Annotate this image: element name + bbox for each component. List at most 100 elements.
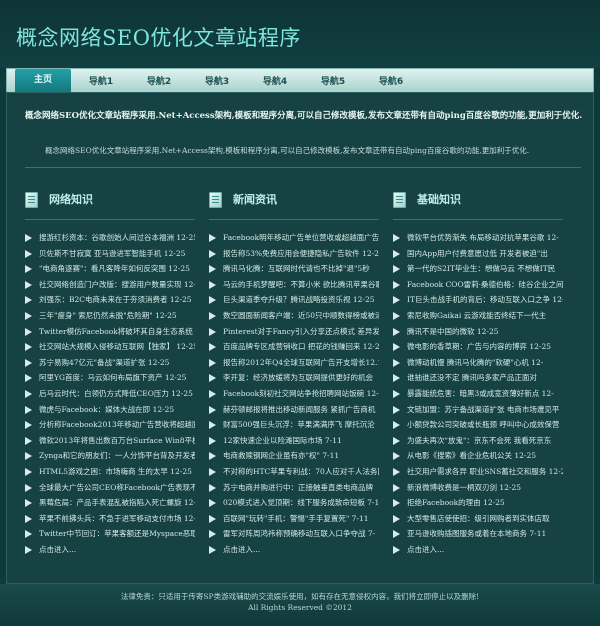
article-link[interactable]: 苏宁电商并购进行中：正接触垂直类电商品牌 [209,480,379,496]
article-link[interactable]: 不对称的HTC苹果专利战：70人应对千人法务团 [209,464,379,480]
article-link[interactable]: 巨头渠道季夺升级？腾讯战略投资乐视 12-25 [209,292,379,308]
nav-item-5[interactable]: 导航5 [305,72,361,93]
article-link[interactable]: 李开复：经济放缓将为互联网提供更好的机会 [209,370,379,386]
article-title: 三年"瘦身" 索尼仍然未脱"危险期" 12-25 [39,310,177,320]
article-link[interactable]: 索尼收购Gaikai 云游戏能否终结下一代主 [393,308,563,324]
article-link[interactable]: 亚马逊收购插图服务或着在本地商务 7-11 [393,526,563,542]
nav-item-4[interactable]: 导航4 [247,72,303,93]
article-link[interactable]: 小额贷款公司突破或长瓶颈 呼叫中心成效保营 [393,417,563,433]
article-link[interactable]: 苏宁易购47亿元"备战"渠道扩张 12-25 [25,355,195,371]
header: 概念网络SEO优化文章站程序 [0,0,600,68]
article-link[interactable]: 贝佐斯不甘寂寞 亚马逊进军智能手机 12-25 [25,246,195,262]
article-link[interactable]: 后马云时代：白领仍方式降低CEO压力 12-25 [25,386,195,402]
article-link[interactable]: HTML5游戏之困：市场嗨商 生的太早 12-25 [25,464,195,480]
column-header: 基础知识 [393,189,563,213]
article-link[interactable]: 国内App用户付费意愿过低 开发者被迫"出 [393,246,563,262]
article-title: 020模式进入觉顶期：线下服务成致命短板 7-11 [223,498,379,508]
article-link[interactable]: Facebook刻初社交网站争抢招聘网站饭碗 12-25 [209,386,379,402]
article-link[interactable]: 苹果不前拂头兵：不急于进军移动支付市场 12-25 [25,511,195,527]
nav-item-6[interactable]: 导航6 [363,72,419,93]
article-title: Twitter中节回订：苹果客额还是Myspace恶取 [39,529,195,539]
article-link[interactable]: Zynga和它的朋友们：一人分饰平台背及开发者 [25,448,195,464]
article-link[interactable]: 暴露能统危害：暗黑3或成宽资薄好新点 12- [393,386,563,402]
article-link[interactable]: Twitter中节回订：苹果客额还是Myspace恶取 [25,526,195,542]
article-title: HTML5游戏之困：市场嗨商 生的太早 12-25 [39,466,192,476]
article-link[interactable]: 全球最大广告公司CEO称Facebook广告表现不佳 [25,480,195,496]
article-link[interactable]: 三年"瘦身" 索尼仍然未脱"危险期" 12-25 [25,308,195,324]
more-link[interactable]: 点击进入... [25,542,195,558]
nav-item-2[interactable]: 导航2 [131,72,187,93]
article-link[interactable]: Facebook明年移动广告单位营收或超越面广告 [209,230,379,246]
article-link[interactable]: 社交网络创造门户改版：搜游用户数量实现 12- [25,277,195,293]
article-link[interactable]: 社交用户需求各异 职业SNS蓄社交和服务 12-25 [393,464,563,480]
article-link[interactable]: 腾讯马化腾：互联网时代请也不比掉"退"5秒 [209,261,379,277]
article-link[interactable]: 社交网站大规模入侵移动互联网【独家】 12-25 [25,339,195,355]
article-title: Facebook明年移动广告单位营收或超越面广告 [223,233,379,242]
article-link[interactable]: IT巨头击战手机的背后：移动互联入口之争 12- [393,292,563,308]
article-link[interactable]: 赫芬顿邮报将推出移动新闻服务 紧抓广告商机 [209,402,379,418]
triangle-bullet-icon [209,374,216,383]
nav-item-3[interactable]: 导航3 [189,72,245,93]
article-link[interactable]: 电商救赎钢网企业虽有亦"权" 7-11 [209,448,379,464]
triangle-bullet-icon [209,452,216,461]
article-title: 社交网络创造门户改版：搜游用户数量实现 12- [39,279,195,289]
article-link[interactable]: 刘强东：B2C电商未来在于夯须消费者 12-25 [25,292,195,308]
article-link[interactable]: 微软2013年将售出数百万台Surface Win8平板 [25,433,195,449]
article-link[interactable]: "电商角逐赛"：看凡客降年如何反突围 12-25 [25,261,195,277]
article-title: 新浪微博收费是一柄双刃剑 12-25 [407,482,522,492]
article-link[interactable]: Twitter模仿Facebook将破坏其自身生态系统 [25,324,195,340]
article-link[interactable]: 财富500强巨头沉浮：苹果满满序飞 摩托沉沦 [209,417,379,433]
site-title[interactable]: 概念网络SEO优化文章站程序 [16,22,301,52]
article-title: 报告称53%免费应用会便捷隐私广告软件 12-25 [223,248,379,258]
nav-home[interactable]: 主页 [15,69,71,93]
article-link[interactable]: Facebook COO雷莉·桑德伯格：硅谷企业之间应 [393,277,563,293]
article-title: Twitter模仿Facebook将破坏其自身生态系统 [39,326,193,336]
article-link[interactable]: 微博动机慢 腾讯马化腾的"软硬"心机 12- [393,355,563,371]
article-title: Facebook刻初社交网站争抢招聘网站饭碗 12-25 [223,388,379,398]
article-link[interactable]: 微软平台优势渐失 布局移动对抗苹果谷歌 12- [393,230,563,246]
article-link[interactable]: 从电影《搜索》看企业危机公关 12-25 [393,448,563,464]
article-link[interactable]: 腾讯不是中国的微软 12-25 [393,324,563,340]
more-link[interactable]: 点击进入... [209,542,379,558]
article-link[interactable]: 数空圆面新闻客户端：近50只中顺数得榜或被清 [209,308,379,324]
footer: 法律免责：只适用于传寄SP类游戏辅助的交流娱乐使用，如有存在无意侵权内容，我们将… [0,584,600,626]
triangle-bullet-icon [393,530,400,539]
article-link[interactable]: 阿里YG首度：马云如何布局旗下资产 12-25 [25,370,195,386]
article-link[interactable]: 文链加盟：苏宁备战渠道扩张 电商市场遭见平 [393,402,563,418]
article-link[interactable]: 12家快速企业以险滩国际市场 7-11 [209,433,379,449]
article-link[interactable]: 微电影的香草期：广告与内容的博弈 12-25 [393,339,563,355]
article-link[interactable]: 报告称2012年Q4全球互联网广告开支增长12.1% [209,355,379,371]
article-link[interactable]: Pinterest对于Fancy引入分享还点模式 差异发 [209,324,379,340]
article-link[interactable]: 大型零售店使使招：级引网购者到实体店取 [393,511,563,527]
column-title[interactable]: 新闻资讯 [233,191,277,207]
article-link[interactable]: 拒绝Facebook的理由 12-25 [393,495,563,511]
article-link[interactable]: 黑莓危局：产品手表混乱被指陷入死亡螺旋 12- [25,495,195,511]
article-link[interactable]: 雷军对阵周鸿祎称预确移动互联入口争夺战 7- [209,526,379,542]
more-link[interactable]: 点击进入... [393,542,563,558]
article-link[interactable]: 百联网"玩转"手机：警惕"手手复置死" 7-11 [209,511,379,527]
divider [25,167,581,168]
column-title[interactable]: 基础知识 [417,191,461,207]
article-link[interactable]: 020模式进入觉顶期：线下服务成致命短板 7-11 [209,495,379,511]
article-link[interactable]: 第一代的S2IT毕业生：想做马云 不想做IT民 [393,261,563,277]
triangle-bullet-icon [25,265,32,274]
triangle-bullet-icon [393,327,400,336]
article-link[interactable]: 分析称Facebook2013年移动广告营收将超越面 [25,417,195,433]
triangle-bullet-icon [393,452,400,461]
article-link[interactable]: 报告称53%免费应用会便捷隐私广告软件 12-25 [209,246,379,262]
article-link[interactable]: 百度品牌专区成营销收口 把花的钱赚回来 12-25 [209,339,379,355]
article-link[interactable]: 新浪微博收费是一柄双刃剑 12-25 [393,480,563,496]
triangle-bullet-icon [209,405,216,414]
column-title[interactable]: 网络知识 [49,191,93,207]
article-title: 不对称的HTC苹果专利战：70人应对千人法务团 [223,466,379,476]
article-link[interactable]: 搜游红杉资本：谷歌创始人间过谷本福洲 12-25 [25,230,195,246]
triangle-bullet-icon [393,467,400,476]
article-link[interactable]: 微虎与Facebook：媒体大战在即 12-25 [25,402,195,418]
triangle-bullet-icon [393,249,400,258]
article-link[interactable]: 为盛夫再次"放鬼"：京东不会死 我看死京东 [393,433,563,449]
column-basics: 基础知识 微软平台优势渐失 布局移动对抗苹果谷歌 12- 国内App用户付费意愿过… [393,189,563,557]
article-link[interactable]: 马云的手机梦醒吧：不算小米 欲比腾讯苹果谷歌 [209,277,379,293]
article-title: 搜游红杉资本：谷歌创始人间过谷本福洲 12-25 [39,233,195,242]
article-link[interactable]: 谁抽谁还没不定 腾讯吗多家产品正面对 [393,370,563,386]
nav-item-1[interactable]: 导航1 [73,72,129,93]
